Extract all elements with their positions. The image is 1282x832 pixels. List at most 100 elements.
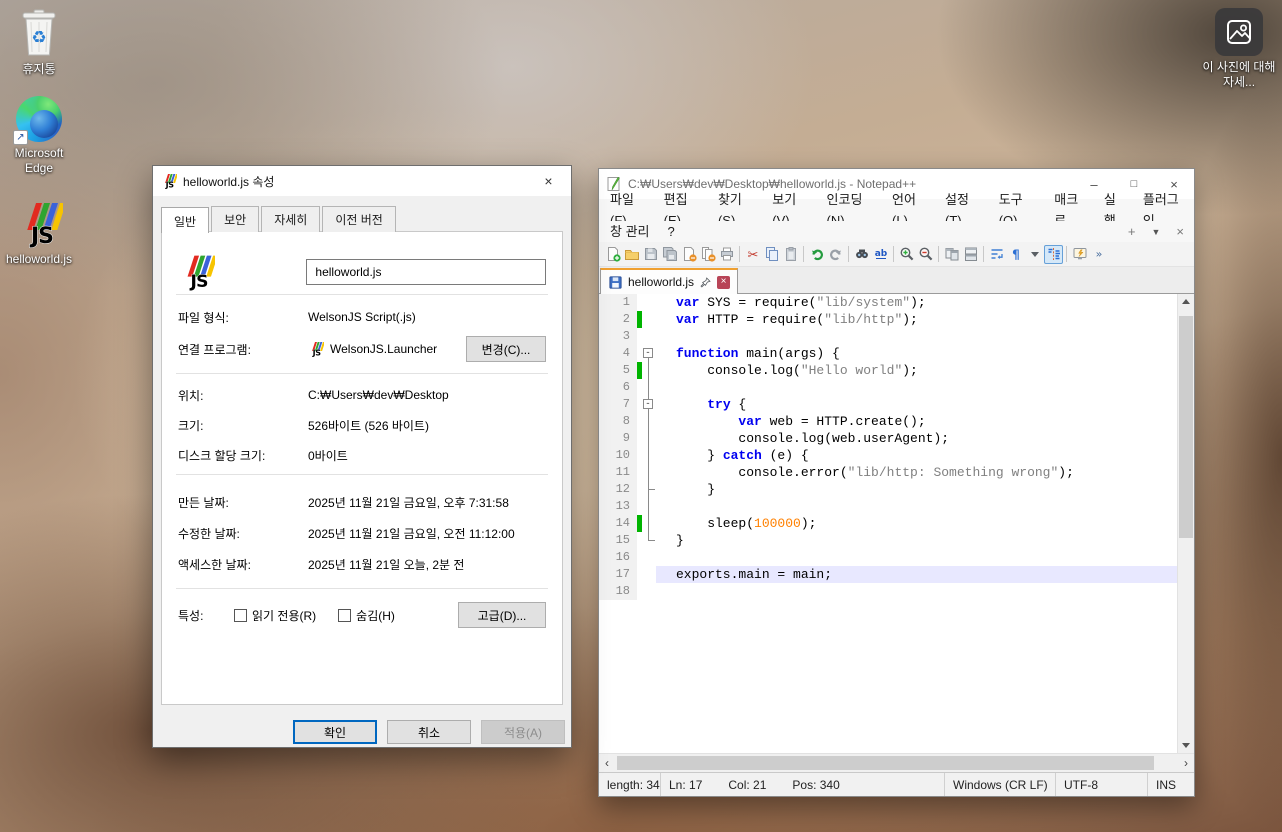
properties-dialog: JS helloworld.js 속성 × 일반 보안 자세히 이전 버전 JS bbox=[152, 165, 572, 748]
hidden-checkbox[interactable] bbox=[338, 609, 351, 622]
editor-line[interactable]: 12 } bbox=[599, 481, 1177, 498]
copy-icon[interactable] bbox=[762, 245, 781, 264]
find-icon[interactable] bbox=[852, 245, 871, 264]
editor-line[interactable]: 13 bbox=[599, 498, 1177, 515]
status-encoding[interactable]: UTF-8 bbox=[1056, 773, 1148, 796]
menu-item[interactable]: ? bbox=[659, 221, 684, 242]
tab-general[interactable]: 일반 bbox=[161, 207, 209, 233]
fold-margin[interactable] bbox=[642, 379, 656, 396]
editor-line[interactable]: 14 sleep(100000); bbox=[599, 515, 1177, 532]
fold-margin[interactable] bbox=[642, 362, 656, 379]
fold-margin[interactable] bbox=[642, 481, 656, 498]
paste-icon[interactable] bbox=[781, 245, 800, 264]
print-icon[interactable] bbox=[717, 245, 736, 264]
pin-icon[interactable] bbox=[699, 276, 712, 289]
fold-margin[interactable] bbox=[642, 583, 656, 600]
zoom-in-icon[interactable] bbox=[897, 245, 916, 264]
sync-horizontal-icon[interactable] bbox=[961, 245, 980, 264]
fold-margin[interactable] bbox=[642, 328, 656, 345]
editor-line[interactable]: 7- try { bbox=[599, 396, 1177, 413]
editor-line[interactable]: 2var HTTP = require("lib/http"); bbox=[599, 311, 1177, 328]
editor-line[interactable]: 8 var web = HTTP.create(); bbox=[599, 413, 1177, 430]
editor-line[interactable]: 10 } catch (e) { bbox=[599, 447, 1177, 464]
dropdown-icon[interactable] bbox=[1025, 245, 1044, 264]
tab-security[interactable]: 보안 bbox=[211, 206, 259, 232]
editor-line[interactable]: 1var SYS = require("lib/system"); bbox=[599, 294, 1177, 311]
close-all-icon[interactable] bbox=[698, 245, 717, 264]
fold-margin[interactable] bbox=[642, 311, 656, 328]
editor-line[interactable]: 11 console.error("lib/http: Something wr… bbox=[599, 464, 1177, 481]
tab-close-icon[interactable]: × bbox=[717, 276, 730, 289]
dialog-titlebar[interactable]: JS helloworld.js 속성 × bbox=[153, 166, 571, 196]
editor-line[interactable]: 6 bbox=[599, 379, 1177, 396]
open-icon[interactable] bbox=[622, 245, 641, 264]
editor-line[interactable]: 4-function main(args) { bbox=[599, 345, 1177, 362]
save-all-icon[interactable] bbox=[660, 245, 679, 264]
desktop-icon-microsoft-edge[interactable]: ↗ Microsoft Edge bbox=[0, 96, 78, 176]
fold-margin[interactable] bbox=[642, 515, 656, 532]
editor-line[interactable]: 5 console.log("Hello world"); bbox=[599, 362, 1177, 379]
save-icon[interactable] bbox=[641, 245, 660, 264]
hidden-checkbox-group[interactable]: 숨김(H) bbox=[338, 607, 395, 624]
new-file-icon[interactable] bbox=[603, 245, 622, 264]
sync-vertical-icon[interactable] bbox=[942, 245, 961, 264]
tab-details[interactable]: 자세히 bbox=[261, 206, 320, 232]
fold-margin[interactable] bbox=[642, 294, 656, 311]
dialog-close-icon[interactable]: × bbox=[526, 167, 571, 196]
fold-margin[interactable] bbox=[642, 498, 656, 515]
status-eol[interactable]: Windows (CR LF) bbox=[944, 773, 1056, 796]
cut-icon[interactable]: ✂ bbox=[743, 245, 762, 264]
editor-line[interactable]: 18 bbox=[599, 583, 1177, 600]
menu-item[interactable]: 창 관리 bbox=[601, 221, 659, 242]
close-icon[interactable] bbox=[679, 245, 698, 264]
cancel-button[interactable]: 취소 bbox=[387, 720, 471, 744]
editor-line[interactable]: 9 console.log(web.userAgent); bbox=[599, 430, 1177, 447]
editor-line[interactable]: 17exports.main = main; bbox=[599, 566, 1177, 583]
horizontal-scrollbar[interactable]: ‹ › bbox=[599, 753, 1194, 772]
status-insert-mode[interactable]: INS bbox=[1148, 773, 1194, 796]
vertical-scroll-thumb[interactable] bbox=[1179, 316, 1193, 538]
fold-margin[interactable]: - bbox=[642, 345, 656, 362]
scroll-right-icon[interactable]: › bbox=[1178, 754, 1194, 772]
fold-margin[interactable] bbox=[642, 532, 656, 549]
close-tab-icon[interactable]: × bbox=[1176, 224, 1184, 239]
editor-line[interactable]: 15} bbox=[599, 532, 1177, 549]
tab-list-dropdown-icon[interactable]: ▼ bbox=[1151, 227, 1160, 237]
fold-margin[interactable] bbox=[642, 447, 656, 464]
filename-input[interactable] bbox=[306, 259, 546, 285]
monitor-icon[interactable] bbox=[1070, 245, 1089, 264]
horizontal-scroll-thumb[interactable] bbox=[617, 756, 1154, 770]
code-editor[interactable]: 1var SYS = require("lib/system");2var HT… bbox=[599, 294, 1194, 753]
scroll-up-icon[interactable] bbox=[1178, 294, 1194, 309]
new-tab-icon[interactable]: + bbox=[1128, 224, 1136, 239]
overflow-icon[interactable]: » bbox=[1089, 245, 1108, 264]
tab-previous-versions[interactable]: 이전 버전 bbox=[322, 206, 396, 232]
vertical-scrollbar[interactable] bbox=[1177, 294, 1194, 753]
fold-margin[interactable] bbox=[642, 413, 656, 430]
editor-line[interactable]: 16 bbox=[599, 549, 1177, 566]
zoom-out-icon[interactable] bbox=[916, 245, 935, 264]
word-wrap-icon[interactable] bbox=[987, 245, 1006, 264]
readonly-checkbox[interactable] bbox=[234, 609, 247, 622]
undo-icon[interactable] bbox=[807, 245, 826, 264]
replace-icon[interactable]: ab bbox=[871, 245, 890, 264]
tab-helloworld-js[interactable]: helloworld.js × bbox=[600, 268, 738, 294]
ok-button[interactable]: 확인 bbox=[293, 720, 377, 744]
fold-margin[interactable] bbox=[642, 464, 656, 481]
show-all-characters-icon[interactable]: ¶ bbox=[1006, 245, 1025, 264]
scroll-down-icon[interactable] bbox=[1178, 738, 1194, 753]
desktop-icon-spotlight[interactable]: 이 사진에 대해 자세... bbox=[1200, 8, 1278, 90]
readonly-checkbox-group[interactable]: 읽기 전용(R) bbox=[234, 607, 316, 624]
advanced-button[interactable]: 고급(D)... bbox=[458, 602, 546, 628]
desktop-icon-helloworld-js[interactable]: JS helloworld.js bbox=[0, 200, 78, 267]
fold-margin[interactable] bbox=[642, 566, 656, 583]
change-button[interactable]: 변경(C)... bbox=[466, 336, 546, 362]
desktop-icon-recycle-bin[interactable]: ♻ 휴지통 bbox=[0, 8, 78, 77]
redo-icon[interactable] bbox=[826, 245, 845, 264]
indent-guide-icon[interactable] bbox=[1044, 245, 1063, 264]
fold-margin[interactable] bbox=[642, 430, 656, 447]
editor-line[interactable]: 3 bbox=[599, 328, 1177, 345]
fold-margin[interactable] bbox=[642, 549, 656, 566]
fold-margin[interactable]: - bbox=[642, 396, 656, 413]
scroll-left-icon[interactable]: ‹ bbox=[599, 754, 615, 772]
